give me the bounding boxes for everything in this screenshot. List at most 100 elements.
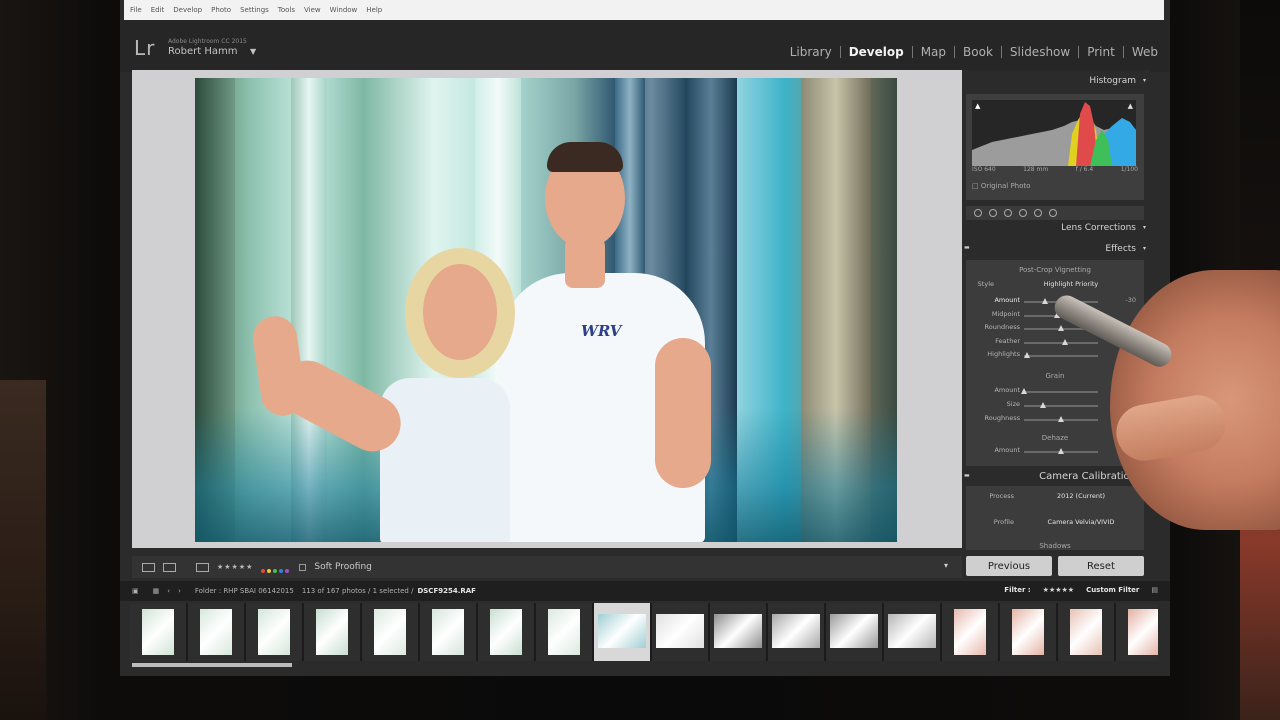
toolbar-menu-icon[interactable]: ▾ bbox=[944, 561, 948, 570]
filmstrip-thumbnail[interactable] bbox=[246, 603, 302, 661]
graduated-filter-icon[interactable] bbox=[1019, 209, 1027, 217]
module-web[interactable]: Web bbox=[1124, 45, 1166, 59]
before-after-icon[interactable] bbox=[163, 562, 176, 572]
profile-row[interactable]: Profile Camera Velvia/VIVID bbox=[966, 518, 1144, 530]
menu-tools[interactable]: Tools bbox=[278, 6, 295, 14]
slider-track[interactable] bbox=[1024, 448, 1098, 454]
selected-filename[interactable]: DSCF9254.RAF bbox=[417, 587, 476, 595]
process-row[interactable]: Process 2012 (Current) bbox=[966, 492, 1144, 504]
slider-track[interactable] bbox=[1021, 388, 1098, 394]
radial-filter-icon[interactable] bbox=[1034, 209, 1042, 217]
original-photo-checkbox[interactable]: □ Original Photo bbox=[972, 182, 1030, 190]
filmstrip-thumbnail[interactable] bbox=[1058, 603, 1114, 661]
adjustment-brush-icon[interactable] bbox=[1049, 209, 1057, 217]
main-photo[interactable]: WRV bbox=[195, 78, 897, 542]
module-print[interactable]: Print bbox=[1079, 45, 1123, 59]
panel-switch-icon[interactable]: ▬ bbox=[964, 244, 970, 251]
slider-track[interactable] bbox=[1023, 352, 1098, 358]
filmstrip-thumbnail[interactable] bbox=[536, 603, 592, 661]
filmstrip-thumbnail[interactable] bbox=[884, 603, 940, 661]
filmstrip-thumbnail[interactable] bbox=[1000, 603, 1056, 661]
filmstrip[interactable] bbox=[130, 603, 1158, 661]
user-name[interactable]: Robert Hamm bbox=[168, 46, 237, 57]
highlight-clipping-icon[interactable]: ▲ bbox=[1128, 102, 1133, 110]
slider-thumb[interactable] bbox=[1058, 448, 1064, 454]
menu-window[interactable]: Window bbox=[330, 6, 358, 14]
menu-edit[interactable]: Edit bbox=[151, 6, 165, 14]
filter-stars[interactable]: ★★★★★ bbox=[1043, 586, 1074, 594]
filmstrip-thumbnail[interactable] bbox=[768, 603, 824, 661]
slider-thumb[interactable] bbox=[1058, 416, 1064, 422]
module-develop[interactable]: Develop bbox=[841, 45, 912, 59]
second-window-icon[interactable]: ▣ bbox=[132, 587, 139, 595]
slider-thumb[interactable] bbox=[1039, 402, 1046, 408]
filmstrip-thumbnail[interactable] bbox=[188, 603, 244, 661]
menu-develop[interactable]: Develop bbox=[173, 6, 202, 14]
color-label-dot[interactable] bbox=[285, 568, 290, 573]
vignette-style-value[interactable]: Highlight Priority bbox=[1016, 280, 1126, 288]
color-label-dot[interactable] bbox=[279, 568, 284, 573]
filmstrip-thumbnail[interactable] bbox=[130, 603, 186, 661]
filmstrip-thumbnail[interactable] bbox=[1116, 603, 1158, 661]
reset-button[interactable]: Reset bbox=[1058, 556, 1144, 576]
soft-proofing-checkbox[interactable] bbox=[299, 563, 307, 571]
chevron-down-icon[interactable]: ▼ bbox=[250, 47, 256, 56]
camera-calibration-title[interactable]: Camera Calibration bbox=[1039, 471, 1136, 482]
slider-track[interactable] bbox=[1024, 416, 1098, 422]
histogram-title[interactable]: Histogram bbox=[1089, 76, 1136, 86]
menu-photo[interactable]: Photo bbox=[211, 6, 231, 14]
module-book[interactable]: Book bbox=[955, 45, 1001, 59]
filmstrip-thumbnail[interactable] bbox=[942, 603, 998, 661]
custom-filter-dropdown[interactable]: Custom Filter bbox=[1086, 586, 1139, 594]
filter-lock-icon[interactable]: ▤ bbox=[1151, 586, 1158, 594]
slider-value[interactable]: -30 bbox=[1112, 296, 1136, 304]
spot-removal-icon[interactable] bbox=[989, 209, 997, 217]
panel-toggle-icon[interactable]: ▾ bbox=[1143, 77, 1146, 84]
filmstrip-thumbnail[interactable] bbox=[594, 603, 650, 661]
menu-file[interactable]: File bbox=[130, 6, 142, 14]
grid-view-icon[interactable]: ▦ bbox=[153, 587, 160, 595]
slider-thumb[interactable] bbox=[1061, 338, 1068, 345]
folder-source[interactable]: Folder : RHP SBAI 06142015 bbox=[195, 587, 294, 595]
rating-stars[interactable]: ★★★★★ bbox=[217, 563, 253, 571]
color-label-dot[interactable] bbox=[261, 568, 266, 573]
panel-toggle-icon[interactable]: ▾ bbox=[1143, 245, 1146, 252]
color-label-dot[interactable] bbox=[273, 568, 278, 573]
process-value[interactable]: 2012 (Current) bbox=[1026, 492, 1136, 500]
crop-icon[interactable] bbox=[974, 209, 982, 217]
color-label-dot[interactable] bbox=[267, 568, 272, 573]
back-arrow-icon[interactable]: ‹ bbox=[167, 587, 170, 595]
filmstrip-thumbnail[interactable] bbox=[652, 603, 708, 661]
filmstrip-thumbnail[interactable] bbox=[826, 603, 882, 661]
slider-track[interactable] bbox=[1024, 402, 1098, 408]
filmstrip-thumbnail[interactable] bbox=[362, 603, 418, 661]
module-slideshow[interactable]: Slideshow bbox=[1002, 45, 1078, 59]
filmstrip-scrollbar[interactable] bbox=[132, 663, 292, 667]
module-library[interactable]: Library bbox=[782, 45, 840, 59]
menu-view[interactable]: View bbox=[304, 6, 321, 14]
effects-title[interactable]: Effects bbox=[1105, 244, 1136, 254]
vignette-style-row[interactable]: Style Highlight Priority bbox=[966, 280, 1144, 292]
slider-thumb[interactable] bbox=[1058, 325, 1064, 331]
filmstrip-thumbnail[interactable] bbox=[304, 603, 360, 661]
photo-canvas[interactable]: WRV bbox=[132, 70, 962, 548]
slider-track[interactable] bbox=[1024, 338, 1098, 345]
color-labels[interactable] bbox=[261, 558, 291, 577]
menu-help[interactable]: Help bbox=[366, 6, 382, 14]
filmstrip-thumbnail[interactable] bbox=[710, 603, 766, 661]
slider-thumb[interactable] bbox=[1041, 298, 1048, 304]
slider-thumb[interactable] bbox=[1021, 388, 1027, 394]
lens-corrections-title[interactable]: Lens Corrections bbox=[1061, 223, 1136, 233]
profile-value[interactable]: Camera Velvia/VIVID bbox=[1026, 518, 1136, 526]
shadow-clipping-icon[interactable]: ▲ bbox=[975, 102, 980, 110]
filmstrip-thumbnail[interactable] bbox=[420, 603, 476, 661]
loupe-view-icon[interactable] bbox=[142, 562, 155, 572]
module-map[interactable]: Map bbox=[913, 45, 954, 59]
panel-toggle-icon[interactable]: ▾ bbox=[1143, 224, 1146, 231]
panel-switch-icon[interactable]: ▬ bbox=[964, 472, 970, 479]
filmstrip-thumbnail[interactable] bbox=[478, 603, 534, 661]
menu-settings[interactable]: Settings bbox=[240, 6, 269, 14]
forward-arrow-icon[interactable]: › bbox=[178, 587, 181, 595]
slider-thumb[interactable] bbox=[1023, 352, 1030, 358]
flag-icon[interactable] bbox=[196, 562, 209, 572]
